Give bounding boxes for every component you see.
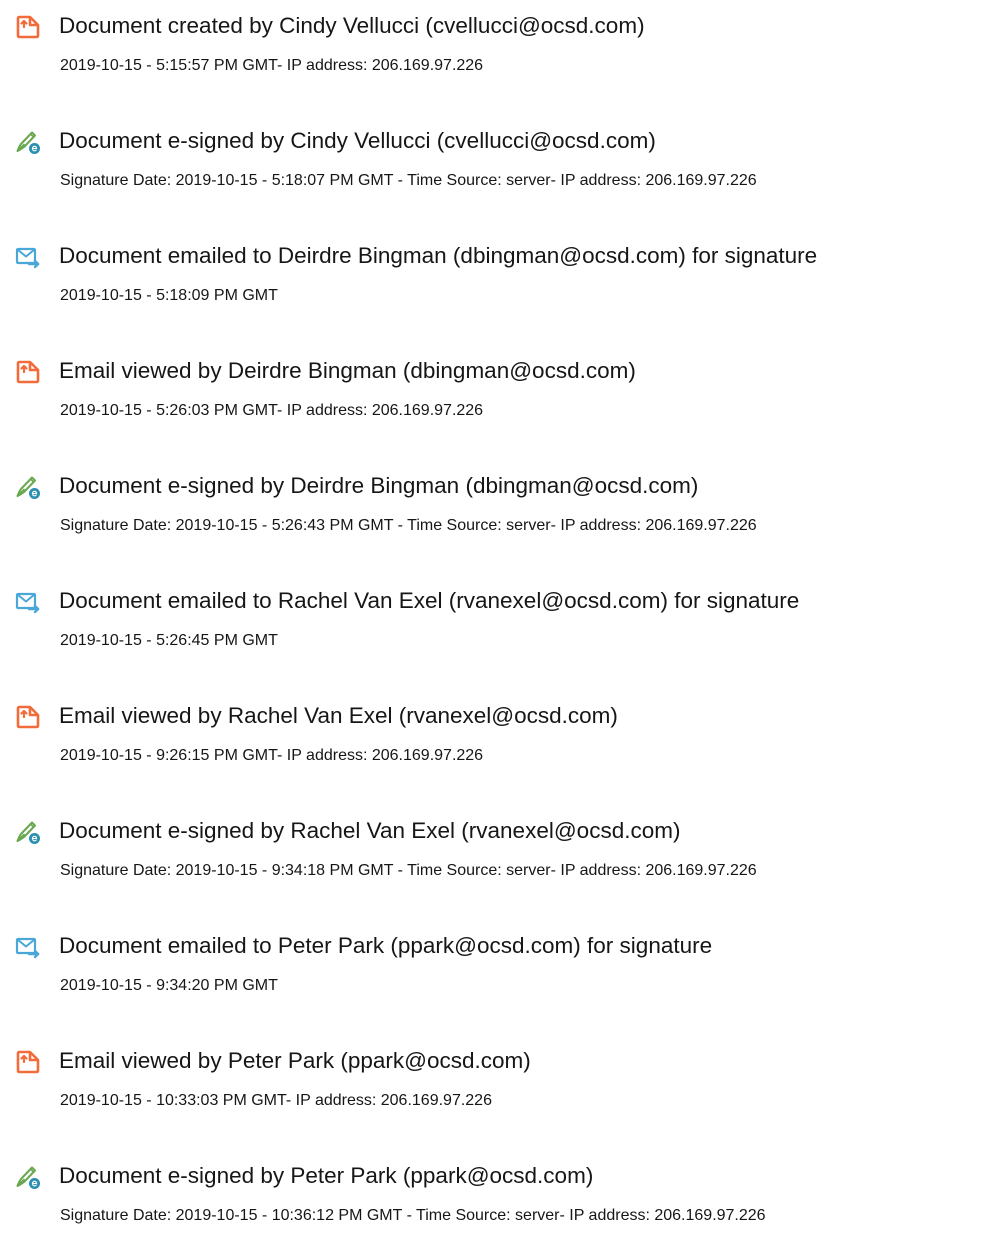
event-title: Document created by Cindy Vellucci (cvel…: [59, 13, 645, 38]
audit-event: Email viewed by Deirdre Bingman (dbingma…: [0, 354, 1003, 434]
event-detail: 2019-10-15 - 5:18:09 PM GMT: [60, 287, 278, 304]
audit-event: Document e-signed by Deirdre Bingman (db…: [0, 469, 1003, 549]
e-sign-pen-icon: [15, 129, 41, 155]
event-detail: 2019-10-15 - 5:15:57 PM GMT- IP address:…: [60, 57, 484, 74]
document-viewed-icon: [15, 359, 41, 385]
event-detail: Signature Date: 2019-10-15 - 5:26:43 PM …: [60, 517, 757, 534]
audit-event: Document created by Cindy Vellucci (cvel…: [0, 9, 1003, 89]
audit-event: Email viewed by Peter Park (ppark@ocsd.c…: [0, 1044, 1003, 1124]
audit-event: Document e-signed by Peter Park (ppark@o…: [0, 1159, 1003, 1239]
audit-trail-list: Document created by Cindy Vellucci (cvel…: [0, 0, 1003, 1224]
event-title: Document emailed to Rachel Van Exel (rva…: [59, 588, 800, 613]
audit-event: Document e-signed by Cindy Vellucci (cve…: [0, 124, 1003, 204]
e-sign-pen-icon: [15, 1164, 41, 1190]
event-detail: 2019-10-15 - 5:26:45 PM GMT: [60, 632, 278, 649]
event-detail: Signature Date: 2019-10-15 - 5:18:07 PM …: [60, 172, 757, 189]
event-title: Document emailed to Peter Park (ppark@oc…: [59, 933, 713, 958]
event-detail: Signature Date: 2019-10-15 - 9:34:18 PM …: [60, 862, 757, 879]
event-detail: 2019-10-15 - 9:26:15 PM GMT- IP address:…: [60, 747, 484, 764]
event-detail: 2019-10-15 - 9:34:20 PM GMT: [60, 977, 278, 994]
event-title: Email viewed by Peter Park (ppark@ocsd.c…: [59, 1048, 531, 1073]
audit-event: Document emailed to Rachel Van Exel (rva…: [0, 584, 1003, 664]
document-viewed-icon: [15, 1049, 41, 1075]
event-title: Document e-signed by Deirdre Bingman (db…: [59, 473, 699, 498]
document-created-icon: [15, 14, 41, 40]
e-sign-pen-icon: [15, 819, 41, 845]
event-detail: 2019-10-15 - 10:33:03 PM GMT- IP address…: [60, 1092, 492, 1109]
audit-event: Document emailed to Deirdre Bingman (dbi…: [0, 239, 1003, 319]
e-sign-pen-icon: [15, 474, 41, 500]
event-title: Email viewed by Deirdre Bingman (dbingma…: [59, 358, 636, 383]
event-title: Document e-signed by Peter Park (ppark@o…: [59, 1163, 594, 1188]
audit-event: Document e-signed by Rachel Van Exel (rv…: [0, 814, 1003, 894]
envelope-send-icon: [15, 934, 41, 960]
audit-event: Email viewed by Rachel Van Exel (rvanexe…: [0, 699, 1003, 779]
audit-event: Document emailed to Peter Park (ppark@oc…: [0, 929, 1003, 1009]
event-detail: 2019-10-15 - 5:26:03 PM GMT- IP address:…: [60, 402, 484, 419]
event-title: Document e-signed by Cindy Vellucci (cve…: [59, 128, 656, 153]
envelope-send-icon: [15, 244, 41, 270]
envelope-send-icon: [15, 589, 41, 615]
event-title: Document e-signed by Rachel Van Exel (rv…: [59, 818, 681, 843]
event-title: Email viewed by Rachel Van Exel (rvanexe…: [59, 703, 618, 728]
event-title: Document emailed to Deirdre Bingman (dbi…: [59, 243, 818, 268]
document-viewed-icon: [15, 704, 41, 730]
